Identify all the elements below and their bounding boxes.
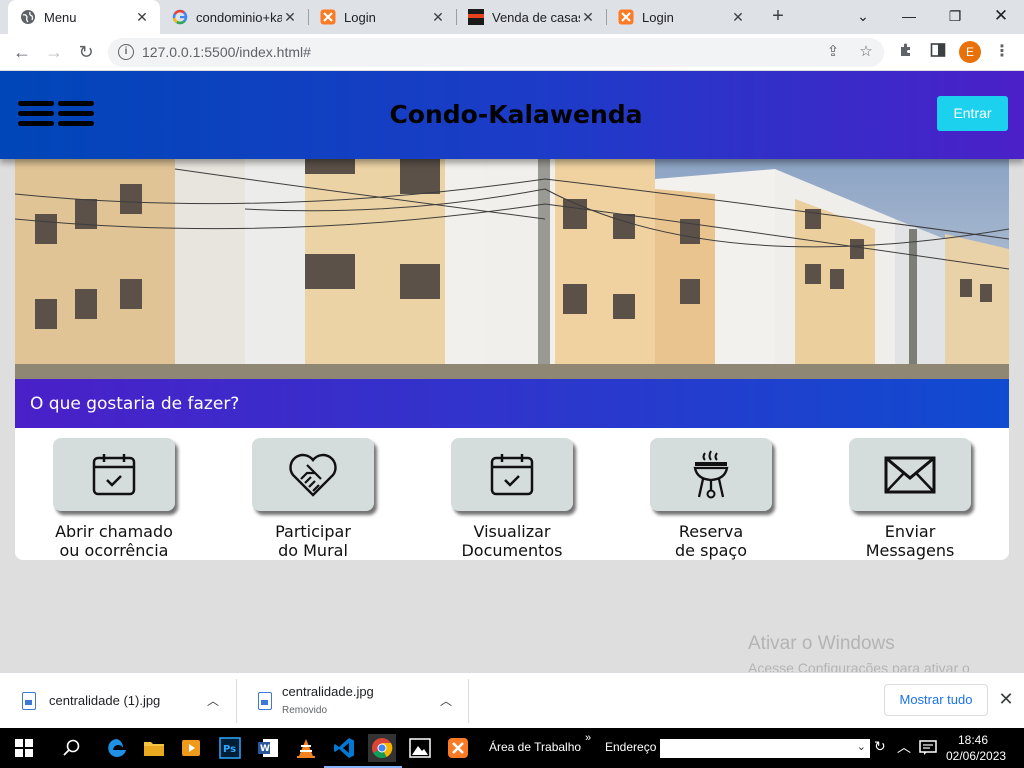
calendar-check-icon[interactable] bbox=[451, 438, 573, 511]
tab-menu[interactable]: Menu ✕ bbox=[8, 0, 160, 34]
windows-start-icon[interactable] bbox=[10, 734, 38, 762]
tab-login-1[interactable]: Login ✕ bbox=[308, 0, 456, 34]
side-panel-icon[interactable] bbox=[928, 42, 948, 62]
notification-chat-icon[interactable] bbox=[914, 734, 942, 762]
action-label: Enviar Messagens bbox=[865, 522, 955, 560]
close-icon[interactable]: ✕ bbox=[282, 9, 298, 26]
xampp-icon bbox=[618, 9, 634, 25]
hero-image bbox=[15, 159, 1009, 379]
globe-icon bbox=[20, 9, 36, 25]
page-viewport: Condo-Kalawenda Entrar O que gostaria de… bbox=[0, 71, 1024, 672]
address-bar[interactable]: i 127.0.0.1:5500/index.html# ⇪ ☆ bbox=[108, 38, 884, 67]
close-icon[interactable]: ✕ bbox=[730, 9, 746, 26]
url-text[interactable]: 127.0.0.1:5500/index.html# bbox=[142, 44, 311, 60]
action-label: Abrir chamado ou ocorrência bbox=[55, 522, 173, 560]
kebab-menu-icon[interactable]: ⋮ bbox=[992, 42, 1012, 62]
word-icon[interactable]: W bbox=[254, 734, 282, 762]
double-chevron-icon[interactable]: » bbox=[585, 732, 591, 744]
show-all-downloads-button[interactable]: Mostrar tudo bbox=[884, 684, 988, 716]
tab-title: Login bbox=[344, 9, 376, 25]
xampp-icon bbox=[320, 9, 336, 25]
close-icon[interactable]: ✕ bbox=[580, 9, 596, 26]
minimize-button[interactable]: — bbox=[897, 4, 921, 28]
extensions-puzzle-icon[interactable] bbox=[896, 42, 916, 62]
clock-time: 18:46 bbox=[957, 733, 989, 747]
image-file-icon bbox=[22, 692, 36, 710]
address-toolbar-label: Endereço bbox=[605, 740, 657, 754]
search-icon[interactable] bbox=[58, 734, 86, 762]
tab-google[interactable]: condominio+kalawenda ✕ bbox=[160, 0, 308, 34]
windows-taskbar: Ps W Área de Trabalho » Endereço ⌄ ↻ ︿ 1… bbox=[0, 728, 1024, 768]
chrome-icon[interactable] bbox=[362, 734, 402, 768]
forward-arrow-icon[interactable]: → bbox=[42, 40, 66, 64]
system-clock[interactable]: 18:46 02/06/2023 bbox=[946, 732, 1007, 764]
action-label: Reserva de spaço bbox=[675, 522, 747, 560]
file-explorer-icon[interactable] bbox=[140, 734, 168, 762]
clock-date: 02/06/2023 bbox=[946, 749, 1007, 763]
windows-activation-title: Ativar o Windows bbox=[748, 633, 895, 654]
share-icon[interactable]: ⇪ bbox=[823, 42, 843, 62]
download-bar: centralidade (1).jpg ︿ centralidade.jpg … bbox=[0, 672, 1024, 728]
svg-text:W: W bbox=[260, 744, 270, 754]
refresh-icon[interactable]: ↻ bbox=[874, 738, 886, 755]
tab-title: Venda de casas bbox=[492, 9, 580, 25]
browser-tab-strip: Menu ✕ condominio+kalawenda ✕ Login ✕ Ve… bbox=[0, 0, 1024, 34]
tab-login-2[interactable]: Login ✕ bbox=[606, 0, 756, 34]
google-icon bbox=[172, 9, 188, 25]
info-icon[interactable]: i bbox=[118, 44, 134, 60]
close-icon[interactable]: ✕ bbox=[430, 9, 446, 26]
chevron-up-icon[interactable]: ︿ bbox=[205, 692, 221, 708]
barbecue-grill-icon[interactable] bbox=[650, 438, 772, 511]
close-icon[interactable]: ✕ bbox=[134, 9, 150, 26]
image-file-icon bbox=[258, 692, 272, 710]
edge-browser-icon[interactable] bbox=[103, 734, 131, 762]
prompt-heading: O que gostaria de fazer? bbox=[30, 394, 240, 414]
divider bbox=[468, 679, 469, 723]
chevron-up-icon[interactable]: ︿ bbox=[438, 692, 454, 708]
prompt-bar: O que gostaria de fazer? bbox=[15, 379, 1009, 428]
tab-title: condominio+kalawenda bbox=[196, 9, 282, 25]
action-label: Visualizar Documentos bbox=[461, 522, 563, 560]
address-input[interactable]: ⌄ bbox=[660, 739, 870, 758]
site-favicon bbox=[468, 9, 484, 25]
browser-toolbar: ← → ↻ i 127.0.0.1:5500/index.html# ⇪ ☆ E… bbox=[0, 34, 1024, 71]
tab-title: Menu bbox=[44, 9, 77, 25]
action-label: Participar do Mural bbox=[275, 522, 351, 560]
close-icon[interactable]: ✕ bbox=[996, 689, 1016, 709]
calendar-check-icon[interactable] bbox=[53, 438, 175, 511]
download-filename: centralidade (1).jpg bbox=[49, 693, 161, 708]
desktop-toolbar-label[interactable]: Área de Trabalho bbox=[489, 740, 581, 754]
vlc-icon[interactable] bbox=[292, 734, 320, 762]
site-title: Condo-Kalawenda bbox=[389, 100, 643, 129]
photoshop-icon[interactable]: Ps bbox=[216, 734, 244, 762]
media-player-icon[interactable] bbox=[177, 734, 205, 762]
windows-activation-text: Acesse Configurações para ativar o Windo… bbox=[748, 660, 970, 672]
login-button[interactable]: Entrar bbox=[937, 96, 1008, 131]
vscode-icon[interactable] bbox=[324, 734, 364, 768]
chevron-down-icon[interactable]: ⌄ bbox=[857, 740, 866, 753]
photos-icon[interactable] bbox=[406, 734, 434, 762]
heart-handshake-icon[interactable] bbox=[252, 438, 374, 511]
site-header: Condo-Kalawenda Entrar bbox=[0, 71, 1024, 159]
profile-avatar[interactable]: E bbox=[959, 41, 981, 63]
tab-title: Login bbox=[642, 9, 674, 25]
svg-text:Ps: Ps bbox=[223, 744, 236, 755]
tab-venda-casas[interactable]: Venda de casas ✕ bbox=[456, 0, 606, 34]
download-filename: centralidade.jpg bbox=[282, 684, 374, 699]
bookmark-star-icon[interactable]: ☆ bbox=[856, 42, 876, 62]
envelope-icon[interactable] bbox=[849, 438, 971, 511]
download-status: Removido bbox=[282, 705, 328, 716]
back-arrow-icon[interactable]: ← bbox=[10, 40, 34, 64]
restore-button[interactable]: ❐ bbox=[943, 4, 967, 28]
tab-search-chevron-icon[interactable]: ⌄ bbox=[851, 4, 875, 28]
actions-panel: Abrir chamado ou ocorrência Participar do … bbox=[15, 428, 1009, 560]
window-close-button[interactable]: ✕ bbox=[989, 4, 1013, 28]
download-item[interactable]: centralidade (1).jpg ︿ bbox=[0, 673, 236, 729]
download-item[interactable]: centralidade.jpg Removido ︿ bbox=[236, 673, 468, 729]
reload-icon[interactable]: ↻ bbox=[74, 40, 98, 64]
new-tab-button[interactable]: + bbox=[768, 5, 788, 29]
chevron-up-icon[interactable]: ︿ bbox=[897, 737, 911, 757]
xampp-icon[interactable] bbox=[444, 734, 472, 762]
